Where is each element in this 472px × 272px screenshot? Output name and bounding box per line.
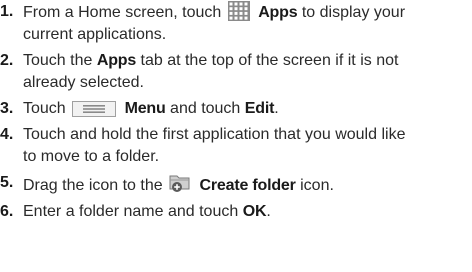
instruction-steps: 1. From a Home screen, touch Apps to dis… <box>0 1 472 223</box>
menu-key-icon <box>72 101 117 117</box>
step-bold-term: Apps <box>258 4 298 21</box>
step-bold-term: Create folder <box>199 177 296 194</box>
step-2: 2. Touch the Apps tab at the top of the … <box>0 50 472 94</box>
step-5: 5. Drag the icon to the Create folder ic… <box>0 172 472 197</box>
step-text: From a Home screen, touch <box>23 4 222 21</box>
step-text: icon. <box>300 177 334 194</box>
step-text: . <box>274 100 279 117</box>
create-folder-icon <box>169 172 191 194</box>
step-number: 1. <box>0 3 14 20</box>
step-text-continued: already selected. <box>23 74 144 91</box>
step-number: 5. <box>0 174 14 191</box>
step-text: Drag the icon to the <box>23 177 163 194</box>
step-number: 4. <box>0 126 14 143</box>
step-text: to display your <box>301 4 406 21</box>
step-text: tab at the top of the screen if it is no… <box>140 52 399 69</box>
step-1: 1. From a Home screen, touch Apps to dis… <box>0 1 472 46</box>
step-4: 4. Touch and hold the first application … <box>0 124 472 168</box>
step-text: Enter a folder name and touch <box>23 203 239 220</box>
step-text: Touch the <box>23 52 93 69</box>
step-number: 3. <box>0 100 14 117</box>
apps-grid-icon <box>227 1 250 21</box>
step-bold-term: OK <box>242 203 267 220</box>
step-bold-term: Menu <box>124 100 166 117</box>
step-text-continued: to move to a folder. <box>23 148 160 165</box>
step-6: 6. Enter a folder name and touch OK. <box>0 201 472 223</box>
step-text: Touch and hold the first application tha… <box>23 126 406 143</box>
step-text: and touch <box>170 100 241 117</box>
step-text-continued: current applications. <box>23 26 167 43</box>
step-number: 6. <box>0 203 14 220</box>
step-3: 3. Touch Menu and touch Edit. <box>0 98 472 120</box>
step-text: Touch <box>23 100 66 117</box>
step-number: 2. <box>0 52 14 69</box>
step-bold-term: Edit <box>244 100 275 117</box>
step-bold-term: Apps <box>96 52 137 69</box>
step-text: . <box>266 203 271 220</box>
